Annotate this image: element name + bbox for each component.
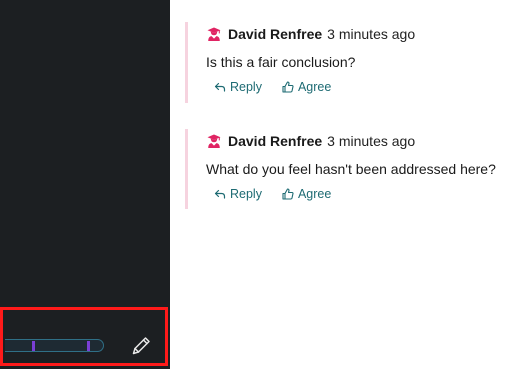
left-sidebar	[0, 0, 170, 369]
reply-label: Reply	[230, 187, 262, 201]
comment-actions: Reply Agree	[214, 80, 351, 94]
progress-bar[interactable]	[5, 339, 104, 352]
comment-header: David Renfree 3 minutes ago	[207, 26, 415, 42]
comment-item: David Renfree 3 minutes ago What do you …	[185, 129, 505, 209]
comment-header: David Renfree 3 minutes ago	[207, 133, 415, 149]
comment-author: David Renfree	[228, 26, 323, 42]
reply-label: Reply	[230, 80, 262, 94]
user-graduate-icon	[207, 27, 221, 41]
agree-button[interactable]: Agree	[282, 187, 331, 201]
reply-icon	[214, 189, 226, 199]
comment-text: What do you feel hasn't been addressed h…	[206, 161, 496, 177]
reply-button[interactable]: Reply	[214, 187, 262, 201]
pencil-icon	[132, 337, 150, 355]
user-graduate-icon	[207, 134, 221, 148]
comment-timestamp: 3 minutes ago	[327, 133, 416, 149]
progress-marker[interactable]	[32, 341, 35, 351]
comment-timestamp: 3 minutes ago	[327, 26, 416, 42]
agree-label: Agree	[297, 187, 332, 201]
comment-actions: Reply Agree	[214, 187, 351, 201]
edit-button[interactable]	[129, 334, 153, 358]
thumbs-up-icon	[282, 188, 294, 200]
progress-marker[interactable]	[87, 341, 90, 351]
agree-button[interactable]: Agree	[282, 80, 331, 94]
reply-button[interactable]: Reply	[214, 80, 262, 94]
comments-panel: David Renfree 3 minutes ago Is this a fa…	[170, 0, 505, 369]
comment-author: David Renfree	[228, 133, 323, 149]
agree-label: Agree	[297, 80, 332, 94]
bottom-toolbar	[0, 307, 168, 366]
comment-item: David Renfree 3 minutes ago Is this a fa…	[185, 22, 505, 103]
comment-text: Is this a fair conclusion?	[206, 54, 356, 70]
thumbs-up-icon	[282, 81, 294, 93]
reply-icon	[214, 82, 226, 92]
app-root: David Renfree 3 minutes ago Is this a fa…	[0, 0, 505, 369]
